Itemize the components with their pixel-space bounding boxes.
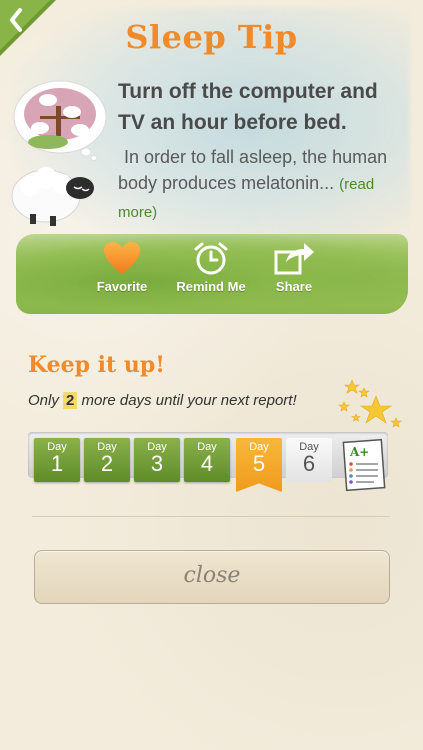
day-6-number: 6 [302, 451, 316, 476]
tip-body: In order to fall asleep, the human body … [118, 144, 408, 226]
day-2-number: 2 [100, 451, 114, 476]
page-title: Sleep Tip [125, 18, 298, 56]
day-3-number: 3 [150, 451, 164, 476]
day-5-number: 5 [252, 451, 266, 476]
day-6-tile: Day 6 [286, 438, 332, 482]
share-label: Share [275, 279, 313, 294]
share-button[interactable]: Share [249, 240, 339, 294]
alarm-clock-icon [194, 242, 228, 275]
day-5-tile-current: Day 5 [236, 438, 282, 492]
progress-subtitle: Only 2 more days until your next report! [28, 392, 297, 409]
day-2-tile: Day 2 [84, 438, 130, 482]
day-4-number: 4 [200, 451, 214, 476]
close-button-label: close [183, 563, 241, 588]
share-icon [274, 243, 314, 275]
subtitle-suffix: more days until your next report! [81, 392, 297, 409]
report-card-icon: A+ [342, 438, 386, 492]
close-button[interactable]: close [34, 550, 390, 604]
day-4-tile: Day 4 [184, 438, 230, 482]
tip-heading: Turn off the computer and TV an hour bef… [118, 80, 378, 134]
day-3-tile: Day 3 [134, 438, 180, 482]
divider [32, 516, 390, 517]
remind-me-label: Remind Me [176, 279, 246, 294]
day-1-tile: Day 1 [34, 438, 80, 482]
stars-decoration-icon [338, 379, 402, 428]
favorite-label: Favorite [96, 279, 148, 294]
subtitle-prefix: Only [28, 392, 59, 409]
heart-icon [104, 242, 140, 274]
progress-title: Keep it up! [28, 352, 165, 378]
report-badge-text: A+ [349, 445, 369, 459]
sleeping-sheep-icon [11, 167, 94, 226]
days-left-count: 2 [63, 392, 78, 409]
day-1-number: 1 [50, 451, 64, 476]
dreaming-sheep-illustration [13, 80, 107, 161]
favorite-button[interactable]: Favorite [77, 240, 167, 294]
remind-me-button[interactable]: Remind Me [166, 240, 256, 294]
